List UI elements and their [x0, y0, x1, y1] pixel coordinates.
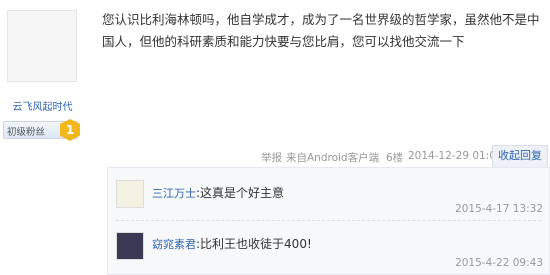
watermark-logo — [455, 228, 550, 275]
post-content: 您认识比利海林顿吗，他自学成才，成为了一名世界级的哲学家，虽然他不是中国人，但他… — [102, 12, 540, 49]
reply-line: 窈窕素君:比利王也收徒于400! — [152, 235, 312, 252]
post-date: 2014-12-29 01:01 — [408, 150, 503, 162]
report-link[interactable]: 举报 — [261, 150, 282, 165]
reply-divider — [116, 220, 541, 221]
user-avatar[interactable] — [7, 10, 77, 82]
username-link[interactable]: 云飞风起时代 — [0, 98, 85, 113]
reply-avatar[interactable] — [116, 180, 144, 208]
floor-number: 6楼 — [386, 152, 404, 164]
client-source-link[interactable]: 来自Android客户端 — [286, 150, 379, 165]
level-badge[interactable]: 初级粉丝 1 — [3, 119, 80, 141]
reply-text: 这真是个好主意 — [200, 186, 285, 200]
user-card: 云飞风起时代 初级粉丝 1 — [0, 0, 85, 275]
level-title: 初级粉丝 — [7, 127, 46, 138]
reply-avatar[interactable] — [116, 232, 144, 260]
reply-text: 比利王也收徒于400! — [200, 237, 312, 251]
reply-line: 三江万士:这真是个好主意 — [152, 184, 284, 201]
reply-username-link[interactable]: 三江万士 — [152, 187, 196, 200]
post-meta-bar: 举报 来自Android客户端 6楼 2014-12-29 01:01 收起回复 — [258, 145, 548, 167]
reply-username-link[interactable]: 窈窕素君 — [152, 238, 196, 251]
collapse-reply-button[interactable]: 收起回复 — [492, 145, 548, 167]
level-number-icon: 1 — [60, 119, 80, 141]
reply-timestamp: 2015-4-17 13:32 — [455, 203, 543, 215]
